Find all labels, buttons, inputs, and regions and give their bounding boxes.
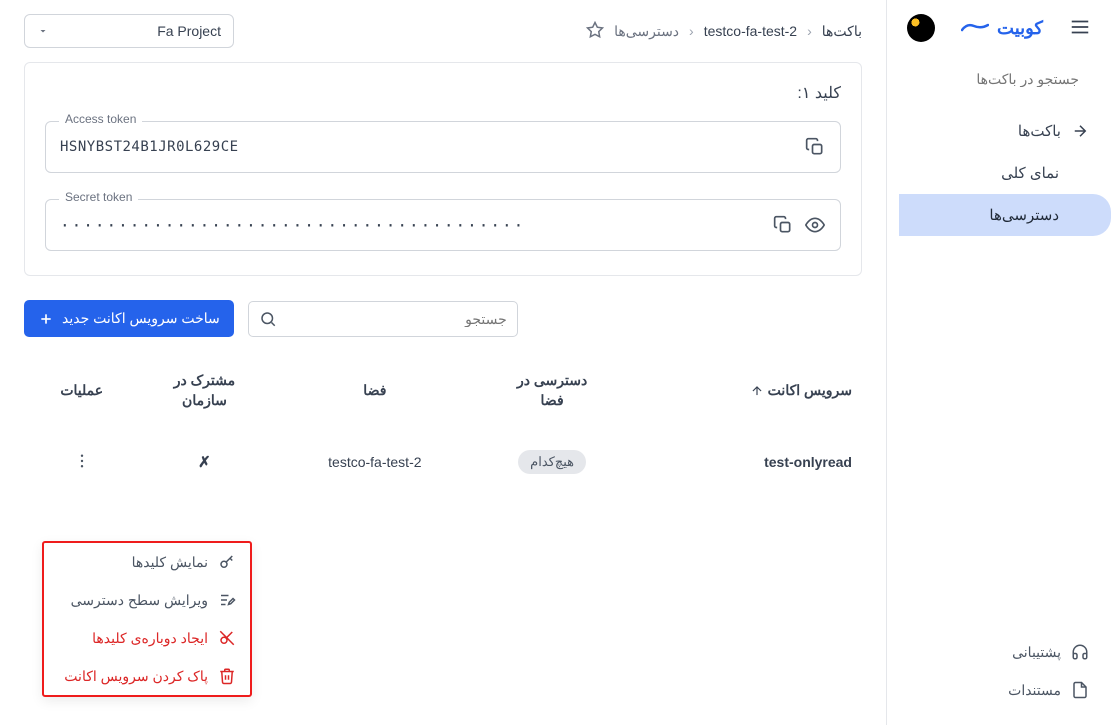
topbar: باکت‌ها ‹ testco-fa-test-2 ‹ دسترسی‌ها F… <box>0 0 886 62</box>
support-icon <box>1071 643 1089 661</box>
td-space: testco-fa-test-2 <box>279 454 470 470</box>
sa-table: سرویس اکانت دسترسی در فضا فضا <box>24 357 862 500</box>
access-token-label: Access token <box>59 112 142 126</box>
menu-label: نمایش کلیدها <box>132 554 208 571</box>
th-actions: عملیات <box>34 382 129 399</box>
avatar[interactable] <box>907 14 935 42</box>
menu-edit-access[interactable]: ویرایش سطح دسترسی <box>44 581 250 619</box>
copy-secret-button[interactable] <box>772 214 794 236</box>
td-account[interactable]: test-onlyread <box>634 454 852 470</box>
search-icon <box>259 310 277 328</box>
breadcrumb: باکت‌ها ‹ testco-fa-test-2 ‹ دسترسی‌ها <box>586 21 862 42</box>
copy-icon <box>773 215 793 235</box>
access-token-field: Access token HSNYBST24B1JR0L629CE <box>45 121 841 173</box>
chevron-left-icon: ‹ <box>689 23 694 39</box>
menu-label: پاک کردن سرویس اکانت <box>64 668 208 685</box>
reveal-secret-button[interactable] <box>804 214 826 236</box>
menu-delete-sa[interactable]: پاک کردن سرویس اکانت <box>44 657 250 695</box>
key-off-icon <box>218 629 236 647</box>
sa-toolbar: ساخت سرویس اکانت جدید <box>24 300 862 337</box>
chevron-left-icon: ‹ <box>807 23 812 39</box>
key-icon <box>218 553 236 571</box>
access-badge: هیچ‌کدام <box>518 450 586 474</box>
footer-support[interactable]: پشتیبانی <box>887 633 1111 671</box>
sidebar: کوبیت باکت‌ها نمای کلی دسترسی‌ها <box>886 0 1111 725</box>
sidebar-item-access[interactable]: دسترسی‌ها <box>899 194 1111 236</box>
sidebar-item-label: نمای کلی <box>1001 164 1059 182</box>
menu-regenerate-keys[interactable]: ایجاد دوباره‌ی کلیدها <box>44 619 250 657</box>
secret-token-field: Secret token ···························… <box>45 199 841 251</box>
footer-label: مستندات <box>1008 682 1061 699</box>
td-access: هیچ‌کدام <box>470 450 634 474</box>
breadcrumb-current: دسترسی‌ها <box>614 23 679 40</box>
table-header-row: سرویس اکانت دسترسی در فضا فضا <box>24 357 862 424</box>
row-context-menu: نمایش کلیدها ویرایش سطح دسترسی ایجاد دوب… <box>42 541 252 697</box>
caret-down-icon <box>37 25 49 37</box>
copy-icon <box>805 137 825 157</box>
x-icon: ✗ <box>198 453 211 471</box>
keys-card: کلید ۱: Access token HSNYBST24B1JR0L629C… <box>24 62 862 276</box>
create-button-label: ساخت سرویس اکانت جدید <box>62 310 220 327</box>
project-selector-label: Fa Project <box>157 23 221 39</box>
brand[interactable]: کوبیت <box>961 17 1043 40</box>
secret-token-label: Secret token <box>59 190 138 204</box>
hamburger-icon[interactable] <box>1069 16 1091 41</box>
edit-list-icon <box>218 591 236 609</box>
sa-search-input[interactable] <box>287 311 507 327</box>
brand-text: کوبیت <box>997 18 1043 39</box>
star-icon[interactable] <box>586 21 604 42</box>
secret-token-value: ········································ <box>60 216 762 235</box>
access-token-value: HSNYBST24B1JR0L629CE <box>60 139 794 155</box>
sidebar-item-label: دسترسی‌ها <box>989 206 1059 224</box>
th-shared[interactable]: مشترک در سازمان <box>129 371 279 410</box>
footer-docs[interactable]: مستندات <box>887 671 1111 709</box>
copy-access-button[interactable] <box>804 136 826 158</box>
keys-card-title: کلید ۱: <box>45 83 841 103</box>
project-selector[interactable]: Fa Project <box>24 14 234 48</box>
eye-icon <box>805 215 825 235</box>
create-service-account-button[interactable]: ساخت سرویس اکانت جدید <box>24 300 234 337</box>
menu-label: ایجاد دوباره‌ی کلیدها <box>92 630 208 647</box>
breadcrumb-bucket[interactable]: testco-fa-test-2 <box>704 23 797 39</box>
sidebar-item-overview[interactable]: نمای کلی <box>887 152 1111 194</box>
menu-show-keys[interactable]: نمایش کلیدها <box>44 543 250 581</box>
sa-search[interactable] <box>248 301 518 337</box>
td-actions <box>34 452 129 473</box>
brand-wave-icon <box>961 17 989 40</box>
sidebar-header: کوبیت <box>887 0 1111 56</box>
footer-label: پشتیبانی <box>1012 644 1061 661</box>
th-service-account[interactable]: سرویس اکانت <box>634 382 852 399</box>
trash-icon <box>218 667 236 685</box>
th-space-access[interactable]: دسترسی در فضا <box>470 371 634 410</box>
sidebar-search[interactable] <box>901 62 1097 96</box>
plus-icon <box>38 311 54 327</box>
content: کلید ۱: Access token HSNYBST24B1JR0L629C… <box>0 62 886 524</box>
sidebar-nav: باکت‌ها نمای کلی دسترسی‌ها <box>887 106 1111 623</box>
th-space[interactable]: فضا <box>279 382 470 399</box>
more-vertical-icon <box>73 452 91 470</box>
row-actions-button[interactable] <box>73 452 91 473</box>
breadcrumb-root[interactable]: باکت‌ها <box>822 23 862 40</box>
sidebar-footer: پشتیبانی مستندات <box>887 623 1111 725</box>
sort-arrow-icon <box>750 384 764 398</box>
sidebar-item-label: باکت‌ها <box>1018 122 1061 140</box>
sidebar-search-input[interactable] <box>898 71 1079 87</box>
docs-icon <box>1071 681 1089 699</box>
menu-label: ویرایش سطح دسترسی <box>71 592 208 609</box>
sidebar-item-buckets[interactable]: باکت‌ها <box>887 110 1111 152</box>
arrow-back-icon <box>1071 122 1089 140</box>
table-row: test-onlyread هیچ‌کدام testco-fa-test-2 … <box>24 424 862 500</box>
td-shared: ✗ <box>129 453 279 471</box>
